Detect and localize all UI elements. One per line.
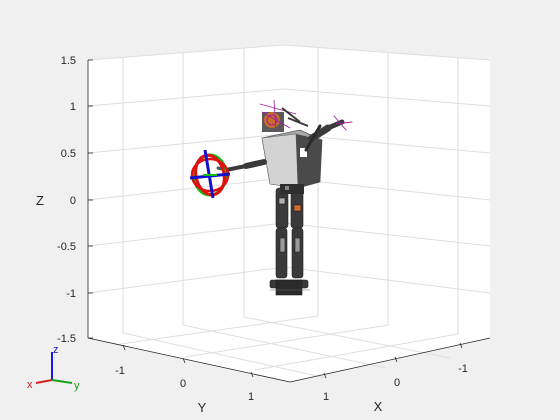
x-axis-label: X <box>374 399 383 414</box>
x-tick-label: -1 <box>458 363 468 375</box>
y-axis-label: Y <box>198 400 207 415</box>
z-tick-label: -0.5 <box>57 241 76 253</box>
triad-x-label: x <box>27 379 33 391</box>
z-tick-label: -1 <box>66 288 76 300</box>
y-tick-label: -1 <box>115 365 125 377</box>
z-tick-label: 1.5 <box>61 55 76 67</box>
back-right-pane <box>284 45 490 338</box>
y-tick-label: 1 <box>248 391 254 403</box>
triad-z-label: z <box>53 344 59 356</box>
y-tick-label: 0 <box>180 378 186 390</box>
z-tick-label: 0.5 <box>61 148 76 160</box>
triad-y-label: y <box>74 380 80 392</box>
x-tick-label: 1 <box>323 391 329 403</box>
x-tick-label: 0 <box>394 377 400 389</box>
z-axis: 1.5 1 0.5 0 -0.5 -1 -1.5 Z <box>36 55 93 345</box>
back-left-pane <box>88 45 284 338</box>
figure-canvas[interactable]: 1.5 1 0.5 0 -0.5 -1 -1.5 Z -1 0 1 Y 1 0 … <box>0 0 560 420</box>
z-axis-label: Z <box>36 193 44 208</box>
axes-triad: z x y <box>27 344 80 392</box>
z-tick-label: 0 <box>70 195 76 207</box>
z-tick-label: 1 <box>70 101 76 113</box>
z-tick-label: -1.5 <box>57 333 76 345</box>
